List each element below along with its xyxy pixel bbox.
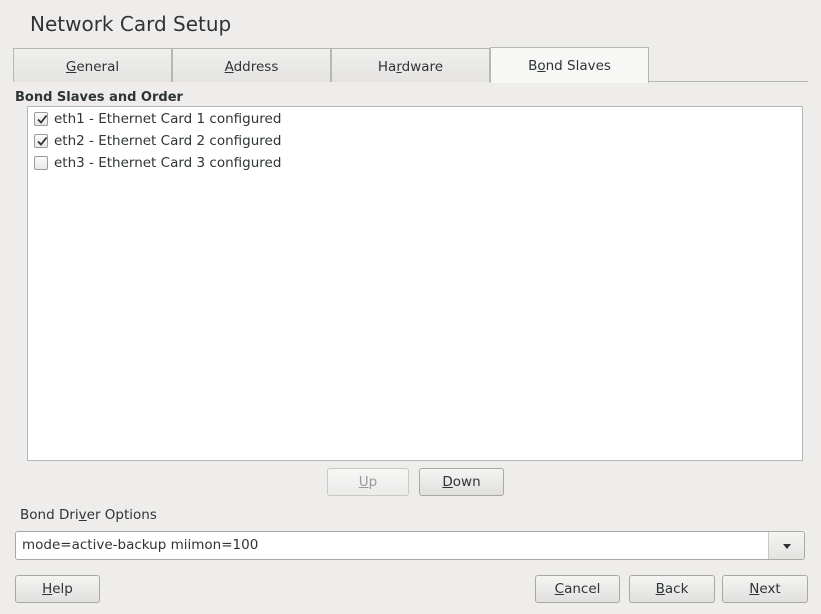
cancel-button-label: Cancel xyxy=(554,581,601,597)
tab-hardware[interactable]: Hardware xyxy=(331,48,490,82)
checkmark-icon xyxy=(37,114,48,124)
checkbox[interactable] xyxy=(34,112,48,126)
checkbox[interactable] xyxy=(34,156,48,170)
bond-driver-options-combo[interactable]: mode=active-backup miimon=100 xyxy=(15,531,805,560)
checkmark-icon xyxy=(37,136,48,146)
list-item-label: eth3 - Ethernet Card 3 configured xyxy=(54,155,282,171)
checkbox[interactable] xyxy=(34,134,48,148)
help-button-label: Help xyxy=(42,581,73,597)
down-button-label: Down xyxy=(442,474,481,490)
chevron-down-icon xyxy=(783,544,791,549)
tab-bar: General Address Hardware Bond Slaves xyxy=(13,47,808,83)
tab-general[interactable]: General xyxy=(13,48,172,82)
help-button[interactable]: Help xyxy=(15,575,100,603)
list-item[interactable]: eth1 - Ethernet Card 1 configured xyxy=(34,108,281,130)
bond-driver-options-label: Bond Driver Options xyxy=(20,507,157,523)
bond-driver-options-text: Bond Driver Options xyxy=(20,507,157,523)
window-title: Network Card Setup xyxy=(30,12,232,36)
list-item-label: eth2 - Ethernet Card 2 configured xyxy=(54,133,282,149)
list-item[interactable]: eth2 - Ethernet Card 2 configured xyxy=(34,130,281,152)
list-item-label: eth1 - Ethernet Card 1 configured xyxy=(54,111,282,127)
bond-slaves-section-label: Bond Slaves and Order xyxy=(15,90,183,105)
tab-label: General xyxy=(65,59,120,75)
tab-address[interactable]: Address xyxy=(172,48,331,82)
back-button-label: Back xyxy=(655,581,689,597)
tab-label: Address xyxy=(224,59,279,75)
cancel-button[interactable]: Cancel xyxy=(535,575,620,603)
tab-bond-slaves[interactable]: Bond Slaves xyxy=(490,47,649,83)
back-button[interactable]: Back xyxy=(629,575,715,603)
down-button[interactable]: Down xyxy=(419,468,504,496)
combo-dropdown-button[interactable] xyxy=(768,532,804,559)
next-button[interactable]: Next xyxy=(722,575,808,603)
list-item[interactable]: eth3 - Ethernet Card 3 configured xyxy=(34,152,281,174)
next-button-label: Next xyxy=(749,581,781,597)
tab-label: Hardware xyxy=(377,59,444,75)
up-button[interactable]: Up xyxy=(327,468,409,496)
tab-label: Bond Slaves xyxy=(528,58,611,74)
up-button-label: Up xyxy=(358,474,378,490)
bond-slaves-list[interactable]: eth1 - Ethernet Card 1 configured eth2 -… xyxy=(27,106,803,461)
bond-driver-options-value[interactable]: mode=active-backup miimon=100 xyxy=(22,532,258,559)
